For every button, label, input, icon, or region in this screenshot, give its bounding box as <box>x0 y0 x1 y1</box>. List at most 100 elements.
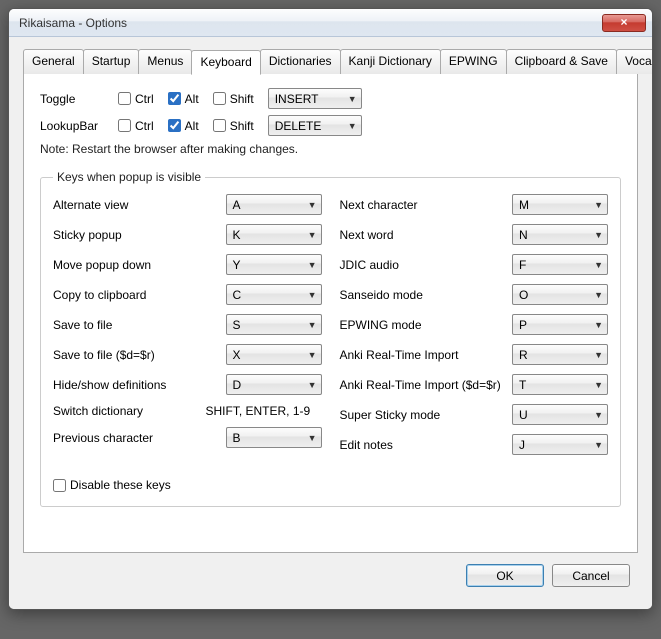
tab-keyboard[interactable]: Keyboard <box>191 50 260 75</box>
chevron-down-icon: ▼ <box>308 433 317 443</box>
lookup-alt-checkbox[interactable]: Alt <box>168 119 199 133</box>
popup-keys-group: Keys when popup is visible Alternate vie… <box>40 170 621 507</box>
lookup-ctrl-checkbox[interactable]: Ctrl <box>118 119 154 133</box>
key-row: Save to fileS▼ <box>53 314 322 335</box>
key-row: Hide/show definitionsD▼ <box>53 374 322 395</box>
key-row: Next characterM▼ <box>340 194 609 215</box>
key-row: EPWING modeP▼ <box>340 314 609 335</box>
toggle-alt-checkbox[interactable]: Alt <box>168 92 199 106</box>
tab-general[interactable]: General <box>23 49 84 74</box>
key-static-value: SHIFT, ENTER, 1-9 <box>206 404 322 418</box>
key-label: Edit notes <box>340 438 513 452</box>
key-select[interactable]: S▼ <box>226 314 322 335</box>
key-row: Save to file ($d=$r)X▼ <box>53 344 322 365</box>
chevron-down-icon: ▼ <box>594 440 603 450</box>
key-label: JDIC audio <box>340 258 513 272</box>
key-row: Anki Real-Time ImportR▼ <box>340 344 609 365</box>
tab-kanji-dictionary[interactable]: Kanji Dictionary <box>340 49 441 74</box>
close-icon: × <box>620 15 627 29</box>
key-select[interactable]: F▼ <box>512 254 608 275</box>
key-select[interactable]: N▼ <box>512 224 608 245</box>
chevron-down-icon: ▼ <box>348 121 357 131</box>
dialog-buttons: OK Cancel <box>23 554 638 595</box>
lookup-key-select[interactable]: DELETE ▼ <box>268 115 362 136</box>
chevron-down-icon: ▼ <box>348 94 357 104</box>
popup-keys-legend: Keys when popup is visible <box>53 170 205 184</box>
chevron-down-icon: ▼ <box>308 200 317 210</box>
key-label: Previous character <box>53 431 226 445</box>
disable-keys-checkbox[interactable]: Disable these keys <box>53 478 171 492</box>
key-label: Copy to clipboard <box>53 288 226 302</box>
titlebar: Rikaisama - Options × <box>9 9 652 37</box>
key-label: Save to file <box>53 318 226 332</box>
toggle-key-select[interactable]: INSERT ▼ <box>268 88 362 109</box>
key-label: Switch dictionary <box>53 404 206 418</box>
lookup-shift-checkbox[interactable]: Shift <box>213 119 254 133</box>
key-select[interactable]: Y▼ <box>226 254 322 275</box>
key-label: Alternate view <box>53 198 226 212</box>
key-select[interactable]: P▼ <box>512 314 608 335</box>
chevron-down-icon: ▼ <box>308 260 317 270</box>
key-row: Sticky popupK▼ <box>53 224 322 245</box>
cancel-button[interactable]: Cancel <box>552 564 630 587</box>
key-label: Super Sticky mode <box>340 408 513 422</box>
key-select[interactable]: K▼ <box>226 224 322 245</box>
key-select[interactable]: T▼ <box>512 374 608 395</box>
close-button[interactable]: × <box>602 14 646 32</box>
tab-startup[interactable]: Startup <box>83 49 140 74</box>
chevron-down-icon: ▼ <box>594 230 603 240</box>
chevron-down-icon: ▼ <box>594 350 603 360</box>
chevron-down-icon: ▼ <box>308 350 317 360</box>
key-label: EPWING mode <box>340 318 513 332</box>
key-select[interactable]: M▼ <box>512 194 608 215</box>
key-label: Next word <box>340 228 513 242</box>
key-row: Next wordN▼ <box>340 224 609 245</box>
ok-button[interactable]: OK <box>466 564 544 587</box>
key-row: JDIC audioF▼ <box>340 254 609 275</box>
key-label: Next character <box>340 198 513 212</box>
key-label: Sticky popup <box>53 228 226 242</box>
key-select[interactable]: U▼ <box>512 404 608 425</box>
key-select[interactable]: J▼ <box>512 434 608 455</box>
tab-clipboard-save[interactable]: Clipboard & Save <box>506 49 617 74</box>
options-window: Rikaisama - Options × GeneralStartupMenu… <box>8 8 653 610</box>
tab-epwing[interactable]: EPWING <box>440 49 507 74</box>
key-row: Edit notesJ▼ <box>340 434 609 455</box>
chevron-down-icon: ▼ <box>594 410 603 420</box>
popup-keys-right-column: Next characterM▼ Next wordN▼ JDIC audioF▼ S… <box>340 194 609 464</box>
chevron-down-icon: ▼ <box>594 380 603 390</box>
key-select[interactable]: X▼ <box>226 344 322 365</box>
tab-panel-keyboard: Toggle Ctrl Alt Shift INSERT ▼ LookupBar <box>23 73 638 553</box>
lookup-label: LookupBar <box>40 119 112 133</box>
key-label: Anki Real-Time Import <box>340 348 513 362</box>
key-row: Alternate viewA▼ <box>53 194 322 215</box>
key-select[interactable]: D▼ <box>226 374 322 395</box>
key-label: Anki Real-Time Import ($d=$r) <box>340 378 513 392</box>
tab-strip: GeneralStartupMenusKeyboardDictionariesK… <box>23 49 638 74</box>
window-title: Rikaisama - Options <box>19 16 602 30</box>
tab-vocab[interactable]: Vocab <box>616 49 653 74</box>
key-select[interactable]: C▼ <box>226 284 322 305</box>
toggle-shift-checkbox[interactable]: Shift <box>213 92 254 106</box>
key-label: Move popup down <box>53 258 226 272</box>
key-select[interactable]: O▼ <box>512 284 608 305</box>
chevron-down-icon: ▼ <box>594 320 603 330</box>
key-label: Sanseido mode <box>340 288 513 302</box>
toggle-ctrl-checkbox[interactable]: Ctrl <box>118 92 154 106</box>
popup-keys-left-column: Alternate viewA▼Sticky popupK▼Move popup… <box>53 194 322 464</box>
key-select[interactable]: A▼ <box>226 194 322 215</box>
tab-menus[interactable]: Menus <box>138 49 192 74</box>
chevron-down-icon: ▼ <box>594 200 603 210</box>
toggle-label: Toggle <box>40 92 112 106</box>
key-label: Hide/show definitions <box>53 378 226 392</box>
key-select[interactable]: R▼ <box>512 344 608 365</box>
key-row: Move popup downY▼ <box>53 254 322 275</box>
key-select[interactable]: B▼ <box>226 427 322 448</box>
chevron-down-icon: ▼ <box>308 380 317 390</box>
key-row: Super Sticky modeU▼ <box>340 404 609 425</box>
restart-note: Note: Restart the browser after making c… <box>40 142 621 156</box>
chevron-down-icon: ▼ <box>594 290 603 300</box>
chevron-down-icon: ▼ <box>308 230 317 240</box>
tab-dictionaries[interactable]: Dictionaries <box>260 49 341 74</box>
key-label: Save to file ($d=$r) <box>53 348 226 362</box>
